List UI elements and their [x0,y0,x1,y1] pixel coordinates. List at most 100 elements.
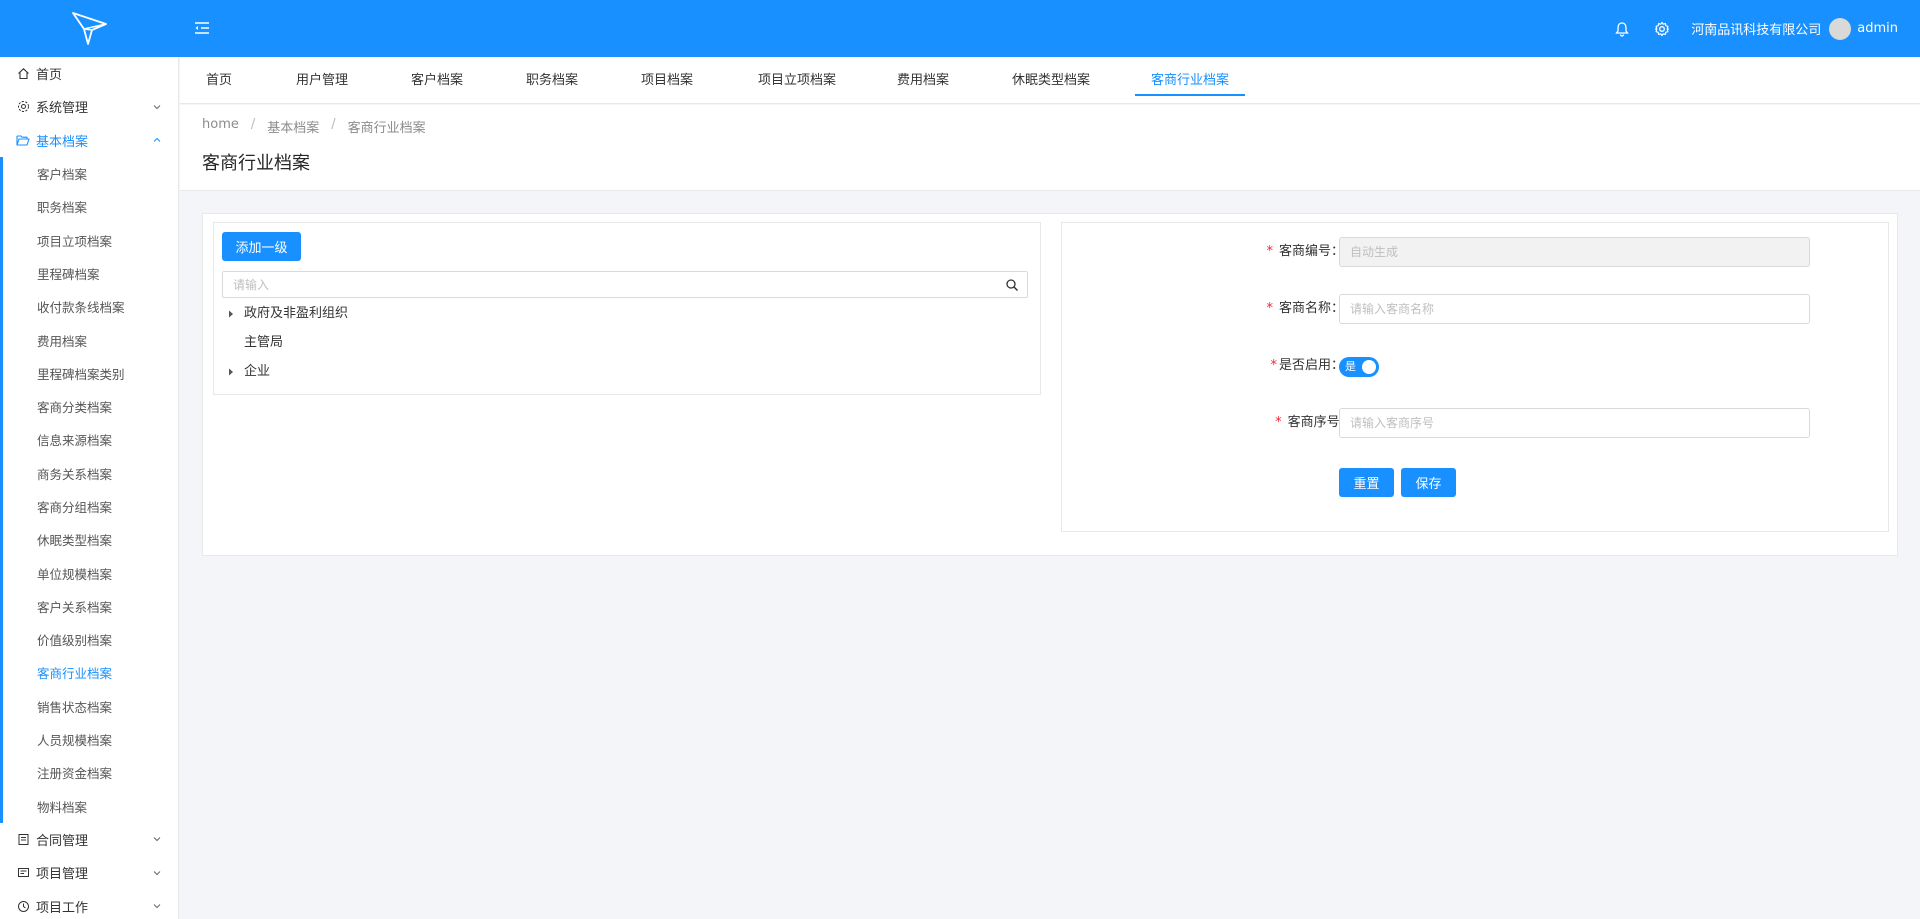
sidebar-subitem-label: 客商分类档案 [37,400,113,416]
tree-node[interactable]: 政府及非盈利组织 [222,302,348,326]
sidebar-item-project[interactable]: 项目管理 [0,856,178,889]
code-field [1339,237,1810,267]
tab-user-management[interactable]: 用户管理 [294,57,350,104]
tab-project-archive[interactable]: 项目档案 [639,57,695,104]
sidebar-subitem[interactable]: 商务关系档案 [3,457,178,490]
sidebar-subitem[interactable]: 信息来源档案 [3,423,178,456]
breadcrumb-level1[interactable]: 基本档案 [267,117,319,136]
sidebar-subitem[interactable]: 费用档案 [3,323,178,356]
reset-button[interactable]: 重置 [1339,468,1394,497]
company-name[interactable]: 河南品讯科技有限公司 [1691,19,1821,38]
form-row-enabled: * 是否启用： 是 [1062,351,1890,381]
sidebar-item-label: 首页 [36,68,63,84]
sidebar-item-label: 系统管理 [36,101,89,117]
avatar[interactable] [1829,17,1852,40]
breadcrumb-separator: / [250,117,256,132]
sidebar-item-contract[interactable]: 合同管理 [0,823,178,856]
sidebar-subitem[interactable]: 价值级别档案 [3,623,178,656]
sidebar: 首页 系统管理 基本档案 客户档案 职务档案 项目立项档案 里程碑档案 收付款条… [0,57,179,919]
home-icon [16,67,30,81]
sidebar-subitem-label: 注册资金档案 [37,766,113,782]
chevron-down-icon [153,904,161,909]
sidebar-subitem[interactable]: 里程碑档案 [3,257,178,290]
sidebar-subitem[interactable]: 销售状态档案 [3,690,178,723]
sidebar-item-project-work[interactable]: 项目工作 [0,889,178,919]
form-panel: *客商编号： *客商名称： *是否启用： 是 *客商序号: 重置 保存 [1061,222,1889,532]
sidebar-subitem-label: 物料档案 [37,799,88,815]
top-header: 河南品讯科技有限公司 admin [0,0,1920,57]
sidebar-item-label: 合同管理 [36,833,89,849]
sidebar-subitem[interactable]: 里程碑档案类别 [3,357,178,390]
sidebar-subitem-label: 单位规模档案 [37,566,113,582]
breadcrumb-home[interactable]: home [202,117,239,136]
form-label: * 客商编号： [1266,237,1344,267]
search-icon[interactable] [1005,278,1019,292]
tab-bar: 首页 用户管理 客户档案 职务档案 项目档案 项目立项档案 费用档案 休眠类型档… [180,57,1920,104]
tab-customer-archive[interactable]: 客户档案 [409,57,465,104]
sidebar-subitem[interactable]: 项目立项档案 [3,223,178,256]
toggle-text: 是 [1345,360,1356,373]
sidebar-subitem[interactable]: 客商分类档案 [3,390,178,423]
gear-icon[interactable] [1653,20,1671,38]
sidebar-item-label: 项目管理 [36,867,89,883]
sidebar-subitem-label: 价值级别档案 [37,633,113,649]
sidebar-subitem-label: 客户档案 [37,167,88,183]
sidebar-subitem[interactable]: 人员规模档案 [3,723,178,756]
caret-right-icon[interactable] [226,309,236,319]
sidebar-subitem[interactable]: 休眠类型档案 [3,523,178,556]
sidebar-subitem[interactable]: 收付款条线档案 [3,290,178,323]
breadcrumb-current: 客商行业档案 [347,121,426,136]
tree-node[interactable]: 企业 [222,360,270,384]
sidebar-subitem[interactable]: 单位规模档案 [3,556,178,589]
required-mark: * [1270,358,1277,373]
code-label: 客商编号： [1278,244,1344,259]
tab-project-approval-archive[interactable]: 项目立项档案 [755,57,839,104]
logo-icon[interactable] [70,10,110,46]
tab-position-archive[interactable]: 职务档案 [524,57,580,104]
sidebar-subitem[interactable]: 注册资金档案 [3,756,178,789]
gear-icon [16,100,30,114]
sidebar-subitem-label: 客商分组档案 [37,500,113,515]
tree-search-input[interactable] [223,272,1027,297]
tab-home[interactable]: 首页 [204,57,234,104]
save-button[interactable]: 保存 [1401,468,1456,497]
chevron-down-icon [153,105,161,110]
sidebar-subitem[interactable]: 客商分组档案 [3,490,178,523]
add-top-level-button[interactable]: 添加一级 [222,232,301,261]
bell-icon[interactable] [1613,20,1631,38]
form-label: * 客商名称： [1266,294,1344,324]
tree-node-label: 企业 [244,364,271,379]
username[interactable]: admin [1857,21,1898,36]
tree-node-label: 政府及非盈利组织 [244,306,349,321]
required-mark: * [1266,301,1273,316]
tree-panel: 添加一级 政府及非盈利组织 主管局 企业 [213,222,1041,395]
sidebar-item-system[interactable]: 系统管理 [0,90,178,123]
sidebar-subitem-label: 里程碑档案类别 [37,366,125,382]
breadcrumb: home / 基本档案 / 客商行业档案 [202,117,426,136]
tree-node[interactable]: 主管局 [222,331,283,355]
enabled-toggle[interactable]: 是 [1339,357,1379,377]
project-icon [16,866,30,880]
order-label: 客商序号: [1287,415,1344,430]
name-field[interactable] [1339,294,1810,324]
sidebar-subitem[interactable]: 物料档案 [3,790,178,823]
tab-dormant-type-archive[interactable]: 休眠类型档案 [1009,57,1093,104]
sidebar-item-label: 基本档案 [36,134,89,150]
sidebar-item-basic-archive[interactable]: 基本档案 [0,124,178,157]
sidebar-subitem[interactable]: 客户档案 [3,157,178,190]
page-title: 客商行业档案 [202,153,310,174]
tree-node-label: 主管局 [244,335,284,350]
tab-industry-archive[interactable]: 客商行业档案 [1135,57,1245,104]
caret-right-icon[interactable] [226,367,236,377]
sidebar-subitem-label: 商务关系档案 [37,466,113,482]
sidebar-subitem[interactable]: 客户关系档案 [3,590,178,623]
form-row-name: * 客商名称： [1062,294,1890,324]
sidebar-subitem-active[interactable]: 客商行业档案 [3,656,178,689]
tab-expense-archive[interactable]: 费用档案 [895,57,951,104]
sidebar-subitem-label: 销售状态档案 [37,699,113,715]
sidebar-subitem-label: 休眠类型档案 [37,533,113,549]
menu-fold-icon[interactable] [193,19,211,37]
order-field[interactable] [1339,408,1810,438]
sidebar-item-home[interactable]: 首页 [0,57,178,90]
sidebar-subitem[interactable]: 职务档案 [3,190,178,223]
